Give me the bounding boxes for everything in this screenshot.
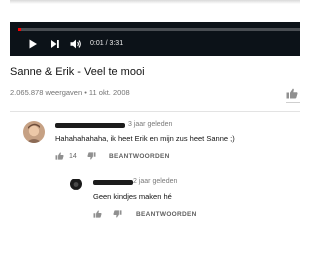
next-icon[interactable]: [50, 38, 60, 50]
video-meta: 2.065.878 weergaven • 11 okt. 2008: [10, 88, 130, 97]
reply-text: Geen kindjes maken hé: [93, 192, 172, 201]
reply-like-icon[interactable]: [93, 210, 102, 218]
video-title: Sanne & Erik - Veel te mooi: [10, 66, 145, 78]
progress-bar[interactable]: [18, 28, 300, 31]
reply-timestamp[interactable]: 2 jaar geleden: [133, 178, 177, 185]
comment-timestamp[interactable]: 3 jaar geleden: [128, 121, 172, 128]
avatar[interactable]: [23, 121, 45, 143]
reply-dislike-icon[interactable]: [113, 210, 122, 218]
time-display: 0:01 / 3:31: [90, 40, 124, 47]
like-icon[interactable]: [55, 152, 64, 160]
like-bar-divider: [286, 102, 300, 103]
comment-text: Hahahahahaha, ik heet Erik en mijn zus h…: [55, 134, 235, 143]
volume-icon[interactable]: [70, 38, 82, 50]
author-name-redacted[interactable]: [55, 123, 125, 128]
reply-button[interactable]: BEANTWOORDEN: [109, 153, 170, 160]
section-divider: [10, 111, 300, 112]
like-count: 14: [69, 153, 77, 160]
top-shadow: [10, 0, 300, 4]
video-player-controls[interactable]: 0:01 / 3:31: [10, 22, 300, 56]
dislike-icon[interactable]: [87, 152, 96, 160]
reply-reply-button[interactable]: BEANTWOORDEN: [136, 211, 197, 218]
reply-avatar[interactable]: [70, 178, 82, 190]
play-icon[interactable]: [28, 38, 38, 50]
progress-fill: [18, 28, 22, 31]
reply-author-name-redacted[interactable]: [93, 180, 133, 185]
